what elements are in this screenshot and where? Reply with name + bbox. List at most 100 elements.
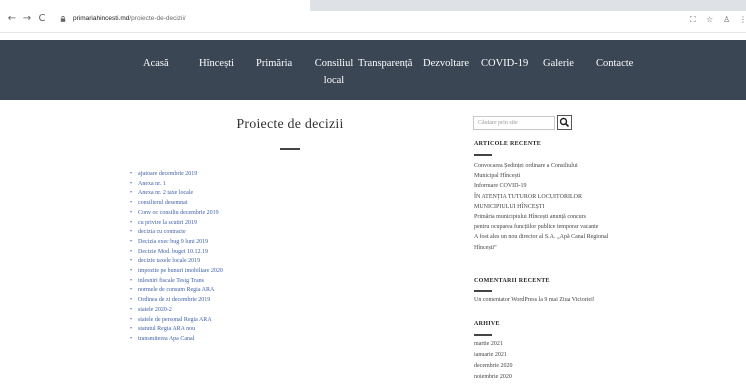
document-link[interactable]: • inlesniri fiscale Tesig Trans [130, 277, 223, 287]
menu-item-consiliul-local[interactable]: Consiliul local [311, 57, 357, 88]
document-link[interactable]: • statutul Regia ARA nou [130, 325, 223, 335]
reload-icon[interactable]: C [36, 13, 48, 25]
document-link[interactable]: • Ordinea de zi decembrie 2019 [130, 296, 223, 306]
document-link[interactable]: • decizie taxele locale 2019 [130, 257, 223, 267]
bullet-icon: • [130, 238, 133, 245]
recent-article-link[interactable]: Municipal Hîncești [474, 172, 520, 181]
document-link[interactable]: • Anexa nr. 1 [130, 180, 223, 190]
bullet-icon: • [130, 190, 133, 197]
search-button[interactable] [557, 115, 572, 130]
document-link-label: statele de personal Regia ARA [138, 316, 212, 323]
recent-article-link[interactable]: Informare COVID-19 [474, 182, 526, 191]
document-link-label: cu privire la scutiri 2019 [138, 219, 197, 226]
recent-article-link[interactable]: Convocarea Ședinței ordinare a Consiliul… [474, 162, 578, 171]
back-icon[interactable]: ← [6, 13, 18, 25]
archives-divider [474, 334, 492, 336]
bullet-icon: • [130, 287, 133, 294]
forward-icon[interactable]: → [21, 13, 33, 25]
bullet-icon: • [130, 277, 133, 284]
archive-link[interactable]: martie 2021 [474, 340, 503, 349]
document-link-label: Decizia exec bug 9 luni 2019 [138, 238, 209, 245]
document-link[interactable]: • Conv oc consiliu decembrie 2019 [130, 209, 223, 219]
search-icon [559, 117, 570, 128]
menu-item-contacte[interactable]: Contacte [596, 57, 633, 71]
bullet-icon: • [130, 306, 133, 313]
menu-item-transparenta[interactable]: Transparență [358, 57, 412, 71]
menu-item-dezvoltare[interactable]: Dezvoltare [423, 57, 469, 71]
bullet-icon: • [130, 200, 133, 207]
recent-article-link[interactable]: Primăria municipiului Hîncești anunță co… [474, 213, 586, 222]
document-link[interactable]: • cu privire la scutiri 2019 [130, 219, 223, 229]
document-link-label: impozite pe bunuri imobiliare 2020 [138, 268, 223, 275]
document-link[interactable]: • Anexa nr. 2 taxe locale [130, 189, 223, 199]
bullet-icon: • [130, 268, 133, 275]
browser-tabstrip [0, 0, 746, 11]
document-link-label: transmiterea Apa Canal [138, 335, 195, 342]
recent-comments-divider [474, 290, 492, 292]
menu-item-covid[interactable]: COVID-19 [481, 57, 528, 71]
recent-articles-divider [474, 154, 492, 156]
page-title: Proiecte de decizii [236, 117, 344, 132]
search-input[interactable]: Căutare prin site [473, 116, 555, 130]
recent-article-link[interactable]: pentru ocuparea funcțiilor publice tempo… [474, 223, 598, 232]
archive-link[interactable]: ianuarie 2021 [474, 351, 507, 360]
archive-link[interactable]: noiembrie 2020 [474, 373, 512, 382]
address-bar[interactable]: primariahincesti.md/proiecte-de-decizii/ [73, 14, 186, 24]
bullet-icon: • [130, 219, 133, 226]
document-link[interactable]: • decizia cu contracte [130, 228, 223, 238]
document-link-label: statutul Regia ARA nou [138, 326, 196, 333]
recent-article-link[interactable]: MUNICIPIULUI HÎNCEȘTI [474, 203, 545, 212]
bullet-icon: • [130, 229, 133, 236]
bullet-icon: • [130, 316, 133, 323]
document-link[interactable]: • Decizia exec bug 9 luni 2019 [130, 238, 223, 248]
recent-article-link[interactable]: Hîncești” [474, 244, 497, 253]
bullet-icon: • [130, 171, 133, 177]
document-link-label: Conv oc consiliu decembrie 2019 [138, 209, 219, 216]
document-link[interactable]: • statele de personal Regia ARA [130, 316, 223, 326]
document-list: • ajutoare decembrie 2019 • Anexa nr. 1 • Ane… [130, 170, 223, 345]
recent-article-link[interactable]: ÎN ATENȚIA TUTUROR LOCUITORILOR [474, 193, 582, 202]
document-link-label: Anexa nr. 2 taxe locale [138, 190, 194, 197]
archives-title: ARHIVE [474, 321, 500, 327]
bullet-icon: • [130, 248, 133, 255]
menu-item-consiliul-line1: Consiliul [314, 58, 354, 69]
lock-icon[interactable] [60, 16, 66, 22]
document-link-label: decizia cu contracte [138, 229, 186, 236]
recent-article-link[interactable]: A fost ales un nou director al S.A. „Apă… [474, 233, 608, 242]
bullet-icon: • [130, 297, 133, 304]
document-link[interactable]: • consilierul desemnat [130, 199, 223, 209]
document-link[interactable]: • ajutoare decembrie 2019 [130, 170, 223, 180]
document-link[interactable]: • normele de consum Regia ARA [130, 286, 223, 296]
menu-item-acasa[interactable]: Acasă [143, 57, 169, 71]
document-link[interactable]: • impozite pe bunuri imobiliare 2020 [130, 267, 223, 277]
recent-articles-title: ARTICOLE RECENTE [474, 141, 542, 147]
profile-icon[interactable]: ♙ [723, 15, 730, 25]
document-link[interactable]: • transmiterea Apa Canal [130, 335, 223, 345]
translate-icon[interactable]: ⛶ [690, 15, 696, 25]
document-link-label: Decizie Mod. buget 10.12.19 [138, 248, 208, 255]
menu-item-hincesti[interactable]: Hîncești [199, 57, 234, 71]
menu-item-galerie[interactable]: Galerie [543, 57, 574, 71]
archive-link[interactable]: decembrie 2020 [474, 362, 512, 371]
bullet-icon: • [130, 209, 133, 216]
document-link[interactable]: • statele 2020-2 [130, 306, 223, 316]
recent-comment-link[interactable]: Un comentator WordPress la 9 mai Ziua Vi… [474, 296, 595, 305]
document-link-label: ajutoare decembrie 2019 [138, 171, 198, 177]
recent-comments-title: COMENTARII RECENTE [474, 278, 550, 284]
document-link-label: consilierul desemnat [138, 200, 188, 207]
bullet-icon: • [130, 258, 133, 265]
document-link-label: statele 2020-2 [138, 306, 172, 313]
browser-tab-active[interactable] [0, 0, 310, 11]
menu-item-primaria[interactable]: Primăria [256, 57, 292, 71]
document-link-label: decizie taxele locale 2019 [138, 258, 201, 265]
document-link[interactable]: • Decizie Mod. buget 10.12.19 [130, 248, 223, 258]
document-link-label: Ordinea de zi decembrie 2019 [138, 297, 211, 304]
bullet-icon: • [130, 326, 133, 333]
menu-kebab-icon[interactable]: ⋮ [739, 15, 746, 25]
document-link-label: normele de consum Regia ARA [138, 287, 215, 294]
document-link-label: Anexa nr. 1 [138, 180, 166, 187]
document-link-label: inlesniri fiscale Tesig Trans [138, 277, 204, 284]
title-divider [280, 148, 300, 150]
menu-item-consiliul-line2: local [323, 75, 345, 86]
bookmark-star-icon[interactable]: ☆ [706, 15, 713, 25]
